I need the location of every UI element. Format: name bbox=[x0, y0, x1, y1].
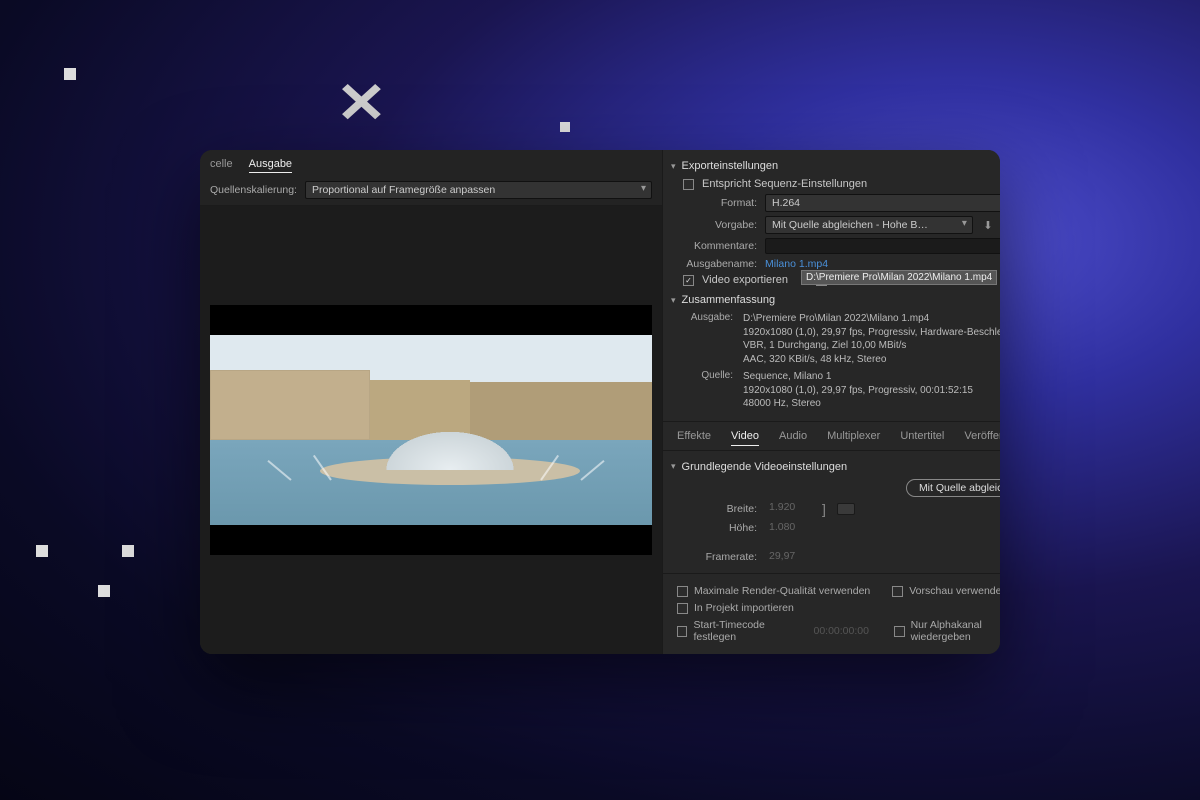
height-label: Höhe: bbox=[683, 522, 757, 534]
summary-source-text: Sequence, Milano 1 1920x1080 (1,0), 29,9… bbox=[733, 370, 973, 411]
export-dialog: celle Ausgabe Quellenskalierung: Proport… bbox=[200, 150, 1000, 654]
bg-x-mark: ✕ bbox=[336, 70, 388, 136]
bg-square bbox=[560, 122, 570, 132]
format-label: Format: bbox=[683, 197, 757, 209]
bg-square bbox=[36, 545, 48, 557]
save-preset-icon[interactable]: ⬇ bbox=[981, 218, 995, 232]
framerate-input[interactable]: 29,97 bbox=[765, 550, 811, 565]
preview-pane: celle Ausgabe Quellenskalierung: Proport… bbox=[200, 150, 662, 654]
preview-image bbox=[210, 335, 652, 525]
sub-tab-multiplexer[interactable]: Multiplexer bbox=[827, 430, 880, 446]
import-project-checkbox[interactable] bbox=[677, 603, 688, 614]
export-video-label: Video exportieren bbox=[702, 274, 788, 286]
max-render-quality-label: Maximale Render-Qualität verwenden bbox=[694, 585, 870, 597]
scaling-value: Proportional auf Framegröße anpassen bbox=[312, 184, 495, 196]
start-timecode-label: Start-Timecode festlegen bbox=[693, 619, 803, 643]
use-previews-label: Vorschau verwenden bbox=[909, 585, 1000, 597]
comments-input[interactable] bbox=[765, 238, 1000, 254]
output-path-tooltip: D:\Premiere Pro\Milan 2022\Milano 1.mp4 bbox=[801, 270, 997, 285]
framerate-label: Framerate: bbox=[683, 551, 757, 563]
source-output-tabs: celle Ausgabe bbox=[200, 150, 662, 177]
alpha-only-label: Nur Alphakanal wiedergeben bbox=[911, 619, 1000, 643]
summary-output-label: Ausgabe: bbox=[683, 312, 733, 366]
match-source-button[interactable]: Mit Quelle abgleichen bbox=[906, 479, 1000, 497]
import-project-label: In Projekt importieren bbox=[694, 602, 794, 614]
sub-tab-effects[interactable]: Effekte bbox=[677, 430, 711, 446]
height-input[interactable]: 1.080 bbox=[765, 521, 811, 536]
preset-value: Mit Quelle abgleichen - Hohe B… bbox=[772, 219, 928, 231]
bg-square bbox=[64, 68, 76, 80]
basic-video-section: Grundlegende Videoeinstellungen Mit Quel… bbox=[663, 451, 1000, 573]
sub-tab-captions[interactable]: Untertitel bbox=[900, 430, 944, 446]
comments-label: Kommentare: bbox=[683, 240, 757, 252]
basic-video-header[interactable]: Grundlegende Videoeinstellungen bbox=[671, 461, 1000, 473]
output-name-link[interactable]: Milano 1.mp4 bbox=[765, 258, 828, 270]
match-sequence-label: Entspricht Sequenz-Einstellungen bbox=[702, 178, 867, 190]
summary-source-label: Quelle: bbox=[683, 370, 733, 411]
summary-header[interactable]: Zusammenfassung bbox=[671, 294, 1000, 306]
export-settings-section: Exporteinstellungen Entspricht Sequenz-E… bbox=[663, 150, 1000, 415]
preset-label: Vorgabe: bbox=[683, 219, 757, 231]
use-previews-checkbox[interactable] bbox=[892, 586, 903, 597]
preview-area bbox=[200, 206, 662, 654]
settings-sub-tabs: Effekte Video Audio Multiplexer Untertit… bbox=[663, 421, 1000, 451]
width-input[interactable]: 1.920 bbox=[765, 501, 811, 516]
match-sequence-checkbox[interactable] bbox=[683, 179, 694, 190]
settings-pane: Exporteinstellungen Entspricht Sequenz-E… bbox=[662, 150, 1000, 654]
scaling-select[interactable]: Proportional auf Framegröße anpassen bbox=[305, 181, 652, 199]
sub-tab-audio[interactable]: Audio bbox=[779, 430, 807, 446]
dimension-toggle[interactable] bbox=[837, 503, 855, 515]
tab-output[interactable]: Ausgabe bbox=[249, 158, 292, 173]
sub-tab-publish[interactable]: Veröffentlichen bbox=[964, 430, 1000, 446]
bg-square bbox=[98, 585, 110, 597]
scaling-row: Quellenskalierung: Proportional auf Fram… bbox=[200, 177, 662, 206]
output-name-label: Ausgabename: bbox=[683, 258, 757, 270]
format-select[interactable]: H.264 bbox=[765, 194, 1000, 212]
start-timecode-value: 00:00:00:00 bbox=[813, 625, 868, 637]
tab-source[interactable]: celle bbox=[210, 158, 233, 173]
export-video-checkbox[interactable] bbox=[683, 275, 694, 286]
width-label: Breite: bbox=[683, 503, 757, 515]
video-preview[interactable] bbox=[210, 305, 652, 555]
max-render-quality-checkbox[interactable] bbox=[677, 586, 688, 597]
export-settings-header[interactable]: Exporteinstellungen bbox=[671, 160, 1000, 172]
scaling-label: Quellenskalierung: bbox=[210, 184, 297, 196]
preset-select[interactable]: Mit Quelle abgleichen - Hohe B… bbox=[765, 216, 973, 234]
bottom-options: Maximale Render-Qualität verwenden Vorsc… bbox=[663, 573, 1000, 654]
start-timecode-checkbox[interactable] bbox=[677, 626, 687, 637]
sub-tab-video[interactable]: Video bbox=[731, 430, 759, 446]
alpha-only-checkbox[interactable] bbox=[894, 626, 904, 637]
bg-square bbox=[122, 545, 134, 557]
link-dimensions-icon[interactable]: ] bbox=[819, 501, 829, 517]
format-value: H.264 bbox=[772, 197, 800, 209]
summary-output-text: D:\Premiere Pro\Milan 2022\Milano 1.mp4 … bbox=[733, 312, 1000, 366]
